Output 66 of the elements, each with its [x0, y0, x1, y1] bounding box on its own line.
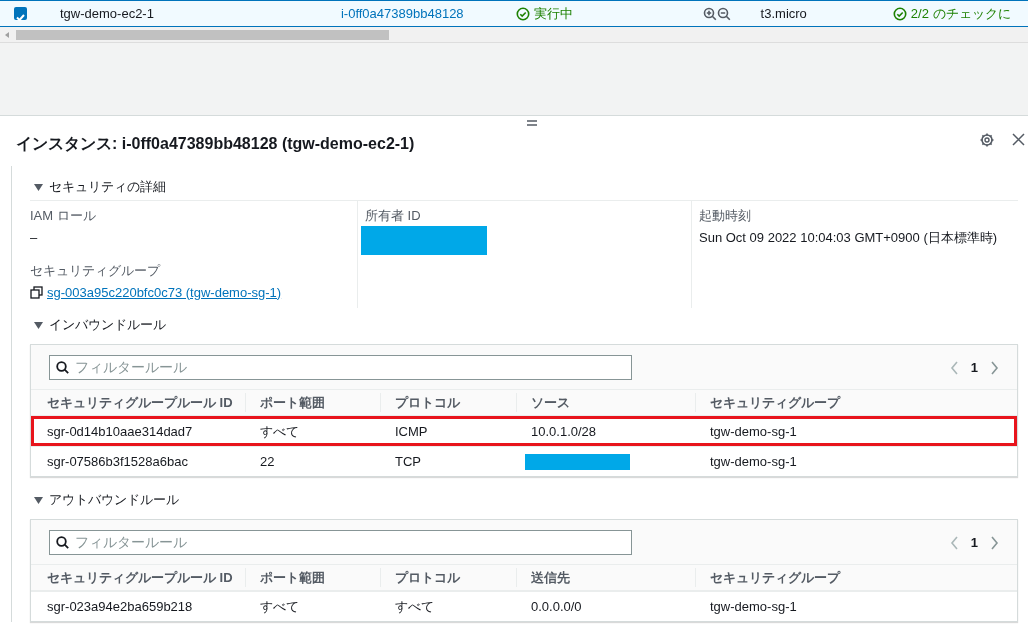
table-cell-text: tgw-demo-sg-1 — [709, 452, 798, 471]
table-cell-text: ICMP — [394, 422, 429, 441]
column-header: プロトコル — [380, 567, 516, 588]
previous-page-icon[interactable] — [949, 535, 959, 550]
status-check: 2/2 のチェックに — [910, 4, 1011, 23]
filter-input[interactable]: フィルタールール — [75, 532, 631, 553]
filter-field[interactable]: フィルタールール — [49, 355, 632, 380]
table-cell-text: tgw-demo-sg-1 — [709, 422, 798, 441]
column-header: ポート範囲 — [245, 567, 380, 588]
previous-page-icon[interactable] — [949, 360, 959, 375]
panel-title: インスタンス: i-0ff0a47389bb48128 (tgw-demo-ec2-1) — [16, 134, 415, 154]
security-group-link[interactable]: sg-003a95c220bfc0c73 (tgw-demo-sg-1) — [47, 282, 282, 302]
page-number[interactable]: 1 — [970, 357, 978, 378]
zoom-out-icon[interactable] — [716, 6, 731, 21]
instance-state: 実行中 — [533, 4, 573, 23]
table-cell-text: tgw-demo-sg-1 — [709, 597, 798, 616]
copy-icon[interactable] — [30, 285, 43, 299]
column-header: セキュリティグループルール ID — [46, 568, 234, 587]
success-icon — [515, 6, 530, 21]
page-number[interactable]: 1 — [970, 532, 978, 553]
field-label: 起動時刻 — [699, 207, 752, 225]
column-header: プロトコル — [380, 392, 516, 413]
table-cell-text: sgr-07586b3f1528a6bac — [46, 452, 189, 471]
column-header: セキュリティグループ — [695, 392, 1017, 413]
row-checkbox[interactable] — [14, 7, 27, 20]
caret-icon — [34, 320, 43, 330]
instance-name: tgw-demo-ec2-1 — [60, 4, 154, 23]
field-label: 所有者 ID — [365, 207, 422, 225]
table-cell-text: すべて — [259, 597, 300, 616]
field-value: Sun Oct 09 2022 10:04:03 GMT+0900 (日本標準時) — [699, 228, 999, 247]
table-cell-text: sgr-023a94e2ba659b218 — [46, 597, 194, 616]
close-icon[interactable] — [1012, 133, 1025, 146]
filter-input[interactable]: フィルタールール — [75, 357, 631, 378]
table-cell-text: すべて — [259, 422, 300, 441]
zoom-in-icon[interactable] — [702, 6, 717, 21]
column-header: セキュリティグループ — [695, 567, 1017, 588]
caret-icon — [34, 495, 43, 505]
search-icon — [56, 536, 69, 549]
caret-icon — [34, 182, 43, 192]
instance-type: t3.micro — [760, 4, 807, 23]
horizontal-scrollbar[interactable] — [0, 27, 1028, 43]
section-toggle[interactable]: アウトバウンドルール — [30, 487, 1018, 513]
table-cell-text: 10.0.1.0/28 — [530, 422, 598, 441]
next-page-icon[interactable] — [990, 360, 999, 375]
table-cell-text: TCP — [394, 452, 422, 471]
next-page-icon[interactable] — [990, 535, 999, 550]
field-label: IAM ロール — [30, 207, 97, 225]
table-cell-text: 0.0.0.0/0 — [530, 597, 583, 616]
search-icon — [56, 361, 69, 374]
instance-id-link[interactable]: i-0ff0a47389bb48128 — [340, 3, 464, 24]
success-icon — [892, 6, 907, 21]
filter-field[interactable]: フィルタールール — [49, 530, 632, 555]
column-header: ポート範囲 — [245, 392, 380, 413]
table-cell-text: すべて — [394, 597, 435, 616]
section-toggle[interactable]: インバウンドルール — [30, 312, 1018, 338]
resize-handle-icon[interactable] — [527, 120, 537, 126]
settings-icon[interactable] — [980, 133, 994, 147]
field-label: セキュリティグループ — [30, 262, 162, 280]
field-value: – — [30, 228, 39, 247]
column-header: ソース — [516, 392, 695, 413]
section-toggle[interactable]: セキュリティの詳細 — [30, 174, 1018, 200]
table-cell-text: 22 — [259, 452, 276, 471]
table-cell-text: sgr-0d14b10aae314dad7 — [46, 422, 194, 441]
scroll-left-icon[interactable] — [4, 29, 10, 40]
column-header: 送信先 — [516, 567, 695, 588]
column-header: セキュリティグループルール ID — [46, 393, 234, 412]
